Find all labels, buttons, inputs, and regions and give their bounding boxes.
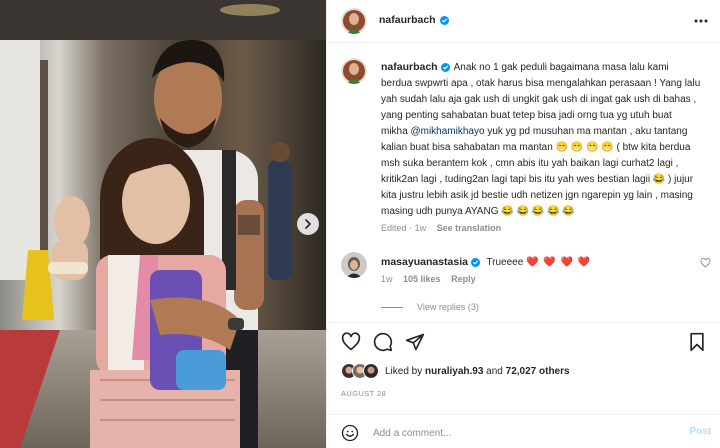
smiley-icon[interactable] — [341, 424, 359, 442]
view-replies-label[interactable]: View replies (3) — [417, 302, 479, 312]
meta-separator: · — [409, 223, 413, 233]
post-comment-button[interactable]: Post — [689, 426, 711, 437]
chevron-right-icon — [305, 219, 311, 229]
verified-badge-icon — [440, 62, 450, 72]
verified-badge-icon — [439, 15, 449, 25]
comment-meta: 1w 105 likes Reply — [381, 274, 476, 284]
caption-mention-link[interactable]: @mikhamikhayo — [410, 126, 484, 137]
liked-by-and: and — [486, 365, 503, 377]
post-details-panel: nafaurbach nafaurbach Anak no 1 gak pedu… — [326, 0, 720, 448]
comment-likes[interactable]: 105 likes — [403, 274, 441, 284]
see-translation-button[interactable]: See translation — [437, 223, 502, 233]
save-button[interactable] — [687, 332, 707, 352]
comment-input[interactable] — [373, 425, 663, 441]
comment-time: 1w — [381, 274, 393, 284]
comment-text: Trueeee — [486, 257, 524, 268]
bookmark-icon — [690, 332, 704, 352]
verified-badge-icon — [470, 257, 480, 267]
post-date[interactable]: AUGUST 28 — [341, 389, 386, 398]
like-button[interactable] — [341, 332, 361, 352]
liked-by-user-link[interactable]: nuraliyah.93 — [425, 366, 483, 377]
commenter-avatar[interactable] — [341, 252, 367, 278]
comments-list[interactable]: nafaurbach Anak no 1 gak peduli bagaimana… — [327, 44, 720, 322]
heart-outline-icon[interactable] — [700, 258, 711, 268]
caption-text-part-2: yuk yg pd musuhan ma mantan , aku tantan… — [381, 126, 694, 217]
liked-by-prefix: Liked by — [385, 365, 423, 377]
others-likes-link[interactable]: 72,027 others — [506, 366, 570, 377]
author-username-link[interactable]: nafaurbach — [379, 14, 449, 26]
more-horizontal-icon[interactable] — [693, 14, 709, 28]
author-avatar[interactable] — [341, 8, 367, 34]
comment-reply-button[interactable]: Reply — [451, 274, 476, 284]
author-username[interactable]: nafaurbach — [379, 14, 436, 26]
caption-meta: Edited · 1w See translation — [381, 223, 501, 233]
caption-edited-label: Edited — [381, 223, 407, 233]
commenter-username[interactable]: masayuanastasia — [381, 256, 468, 268]
heart-outline-icon — [341, 332, 361, 351]
comment-bubble-icon — [373, 332, 393, 352]
liker-avatars — [341, 363, 381, 379]
liker-avatar[interactable] — [363, 363, 379, 379]
comment-button[interactable] — [373, 332, 393, 352]
post-caption: nafaurbach Anak no 1 gak peduli bagaimana… — [381, 59, 701, 220]
share-button[interactable] — [405, 332, 425, 352]
photo-image — [0, 0, 326, 448]
likes-summary: Liked by nuraliyah.93 and 72,027 others — [341, 363, 570, 379]
view-replies-button[interactable]: View replies (3) — [381, 302, 479, 312]
comment-body: masayuanastasia Trueeee ❤️ ❤️ ❤️ ❤️ — [381, 254, 591, 271]
replies-divider — [381, 306, 403, 308]
caption-time: 1w — [414, 223, 427, 233]
caption-username[interactable]: nafaurbach — [381, 61, 438, 73]
caption-author-avatar[interactable] — [341, 58, 367, 84]
post-header: nafaurbach — [327, 0, 720, 43]
paper-plane-icon — [405, 333, 425, 351]
add-comment-bar: Post — [327, 414, 720, 448]
instagram-post-view: nafaurbach nafaurbach Anak no 1 gak pedu… — [0, 0, 720, 448]
comment-hearts: ❤️ ❤️ ❤️ ❤️ — [526, 257, 592, 268]
post-photo[interactable] — [0, 0, 326, 448]
next-photo-button[interactable] — [297, 213, 319, 235]
